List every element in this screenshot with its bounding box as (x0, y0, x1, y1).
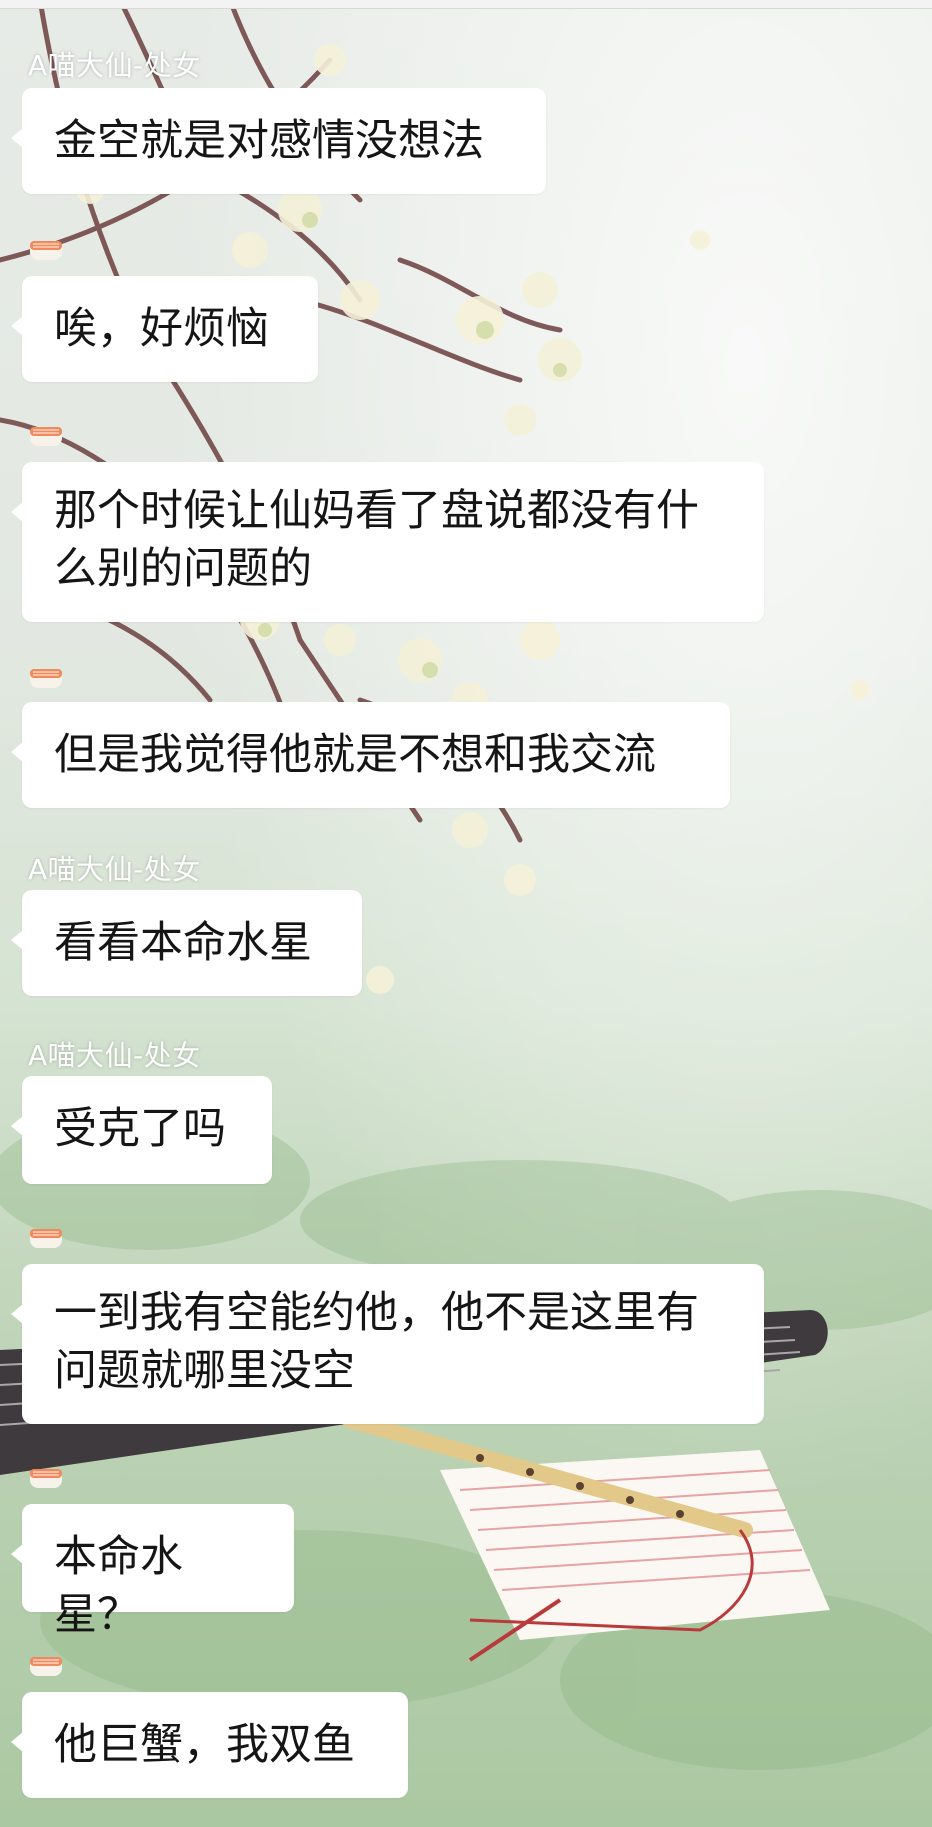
sushi-avatar-icon[interactable] (28, 1224, 64, 1254)
sender-name: A喵大仙-处女 (28, 853, 201, 886)
sushi-avatar-icon[interactable] (28, 1464, 64, 1494)
sushi-avatar-icon[interactable] (28, 422, 64, 452)
message-bubble[interactable]: 金空就是对感情没想法 (11, 88, 546, 194)
sushi-avatar-icon[interactable] (28, 664, 64, 694)
message-text: 看看本命水星 (54, 918, 312, 968)
sushi-avatar-icon[interactable] (28, 1652, 64, 1682)
message-text: 一到我有空能约他，他不是这里有问题就哪里没空 (54, 1288, 699, 1396)
sender-name: A喵大仙-处女 (28, 49, 201, 82)
message-bubble[interactable]: 本命水星？ (11, 1504, 294, 1640)
sender-name: A喵大仙-处女 (28, 1039, 201, 1072)
message-bubble[interactable]: 唉，好烦恼 (11, 276, 318, 382)
message-text: 唉，好烦恼 (54, 304, 269, 354)
message-bubble[interactable]: 看看本命水星 (11, 890, 362, 996)
chat-message-list[interactable]: A喵大仙-处女 金空就是对感情没想法 唉，好烦恼 那个时候让仙妈看了盘说都没有什… (0, 0, 932, 1827)
message-text: 受克了吗 (54, 1104, 226, 1154)
message-bubble[interactable]: 但是我觉得他就是不想和我交流 (11, 702, 730, 808)
sushi-avatar-icon[interactable] (28, 236, 64, 266)
message-text: 但是我觉得他就是不想和我交流 (54, 730, 656, 780)
message-bubble[interactable]: 那个时候让仙妈看了盘说都没有什么别的问题的 (11, 462, 764, 622)
message-text: 本命水星？ (54, 1532, 183, 1640)
message-bubble[interactable]: 受克了吗 (11, 1076, 272, 1184)
message-bubble[interactable]: 他巨蟹，我双鱼 (11, 1692, 408, 1798)
message-text: 金空就是对感情没想法 (54, 116, 484, 166)
message-text: 他巨蟹，我双鱼 (54, 1720, 355, 1770)
message-text: 那个时候让仙妈看了盘说都没有什么别的问题的 (54, 486, 699, 594)
message-bubble[interactable]: 一到我有空能约他，他不是这里有问题就哪里没空 (11, 1264, 764, 1424)
